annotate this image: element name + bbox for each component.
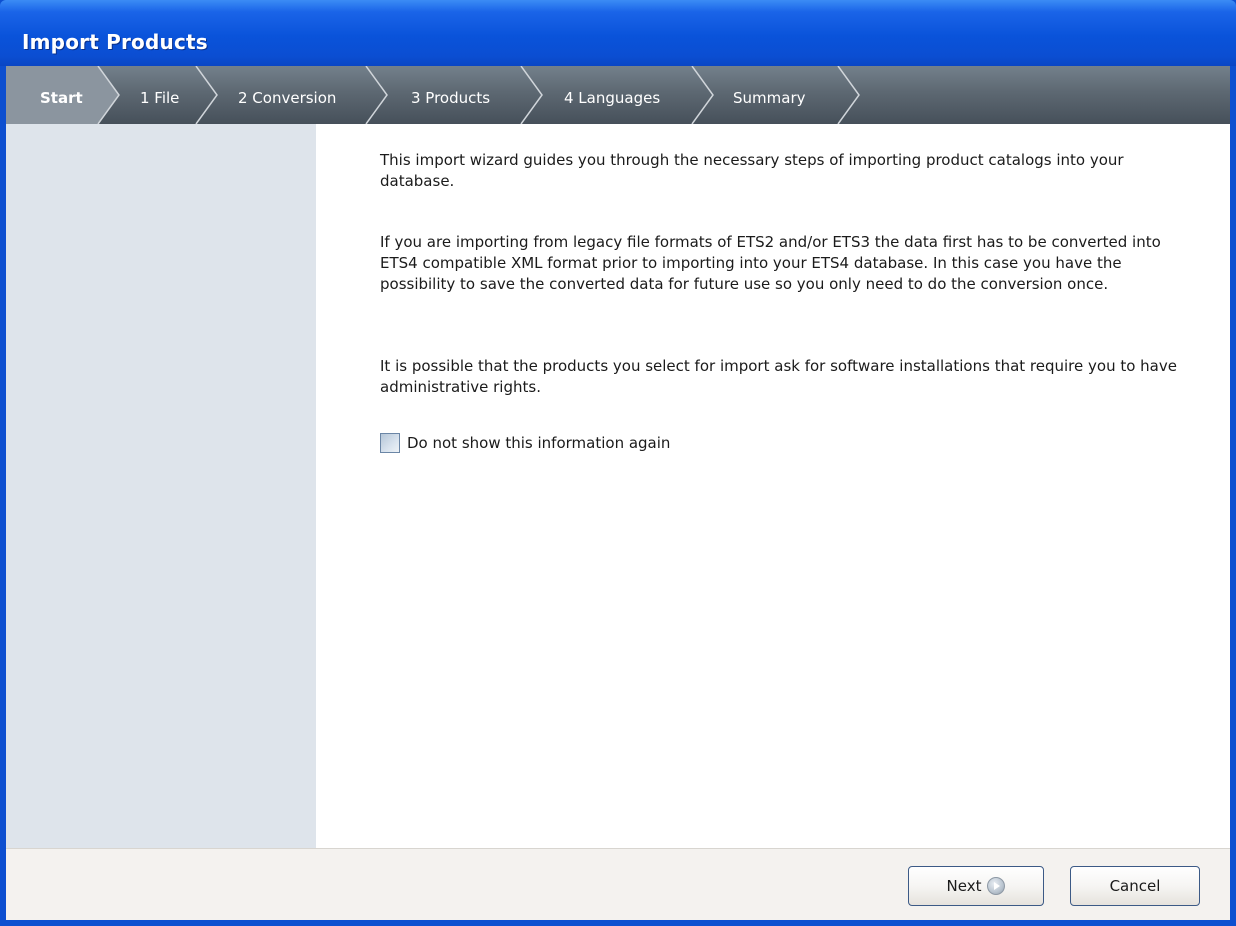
chevron-separator-icon [195, 66, 218, 124]
next-button-label: Next [946, 877, 982, 895]
cancel-button-label: Cancel [1109, 877, 1161, 895]
arrow-right-circle-icon [987, 877, 1006, 895]
step-languages[interactable]: 4 Languages [564, 66, 660, 124]
wizard-content: This import wizard guides you through th… [316, 124, 1230, 848]
dont-show-again-label[interactable]: Do not show this information again [407, 434, 670, 452]
step-start[interactable]: Start [40, 66, 83, 124]
step-conversion[interactable]: 2 Conversion [238, 66, 336, 124]
dont-show-again-option[interactable]: Do not show this information again [380, 431, 670, 455]
next-button[interactable]: Next [908, 866, 1044, 906]
title-bar[interactable]: Import Products [0, 0, 1236, 66]
legacy-format-paragraph: If you are importing from legacy file fo… [380, 233, 1161, 293]
wizard-footer: Next Cancel [6, 848, 1230, 920]
chevron-separator-icon [520, 66, 543, 124]
chevron-separator-icon [691, 66, 714, 124]
wizard-client-area: This import wizard guides you through th… [6, 124, 1230, 920]
step-products[interactable]: 3 Products [411, 66, 490, 124]
wizard-sidebar [6, 124, 316, 848]
import-products-window: Import Products Start 1 File 2 Conversio… [0, 0, 1236, 926]
step-summary[interactable]: Summary [733, 66, 806, 124]
step-file[interactable]: 1 File [140, 66, 179, 124]
intro-paragraph: This import wizard guides you through th… [380, 151, 1124, 190]
admin-rights-paragraph: It is possible that the products you sel… [380, 357, 1177, 396]
chevron-separator-icon [365, 66, 388, 124]
cancel-button[interactable]: Cancel [1070, 866, 1200, 906]
wizard-step-bar: Start 1 File 2 Conversion 3 Products 4 L… [6, 66, 1230, 124]
chevron-separator-icon [837, 66, 860, 124]
window-title: Import Products [22, 30, 208, 54]
dont-show-again-checkbox[interactable] [380, 433, 400, 453]
